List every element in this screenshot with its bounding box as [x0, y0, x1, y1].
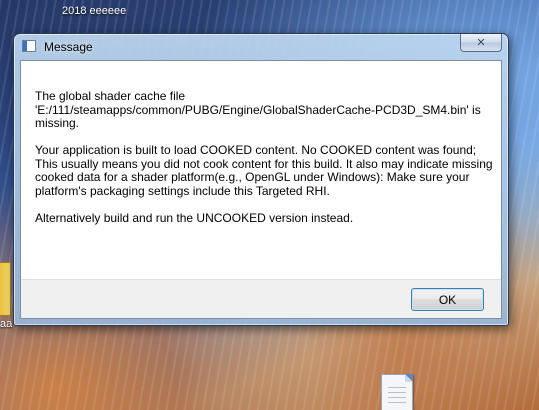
desktop-icon-label-left[interactable]: aa: [0, 318, 12, 330]
message-paragraph-cooked-content: Your application is built to load COOKED…: [35, 143, 493, 198]
dialog-title: Message: [44, 40, 93, 54]
message-area: The global shader cache file 'E:/111/ste…: [21, 61, 501, 282]
folder-icon[interactable]: [0, 262, 11, 316]
message-dialog: Message ✕ The global shader cache file '…: [13, 33, 509, 326]
message-text: The global shader cache file 'E:/111/ste…: [35, 89, 495, 225]
desktop-icon-label-top[interactable]: 2018 eeeeee: [62, 5, 126, 17]
application-icon: [22, 40, 36, 52]
ok-button[interactable]: OK: [411, 288, 484, 311]
dialog-client-area: The global shader cache file 'E:/111/ste…: [20, 60, 502, 319]
message-paragraph-missing-file: The global shader cache file 'E:/111/ste…: [35, 89, 481, 130]
desktop: 2018 eeeeee aa Message ✕ The global shad…: [0, 0, 539, 410]
close-icon: ✕: [476, 36, 486, 49]
document-icon[interactable]: [381, 374, 413, 410]
dialog-titlebar[interactable]: Message ✕: [14, 34, 508, 60]
close-button[interactable]: ✕: [460, 34, 502, 52]
button-bar: OK: [21, 279, 501, 318]
message-paragraph-alternative: Alternatively build and run the UNCOOKED…: [35, 210, 354, 225]
